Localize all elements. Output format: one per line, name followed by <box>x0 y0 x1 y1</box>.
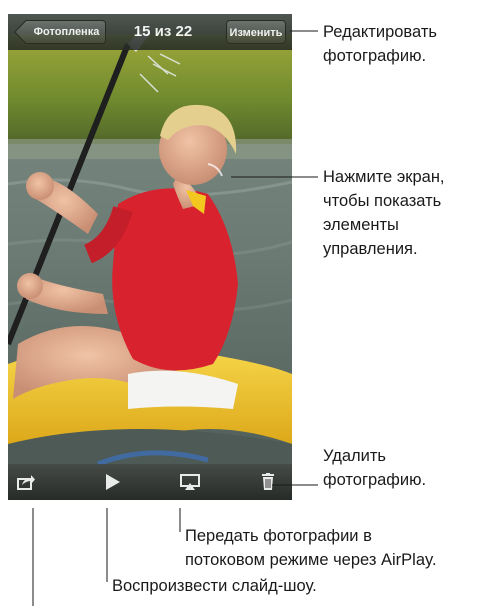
airplay-callout: Передать фотографии в потоковом режиме ч… <box>185 527 437 569</box>
callout-leader-lines <box>32 30 318 606</box>
edit-callout: Редактировать фотографию. <box>323 23 437 65</box>
delete-callout: Удалить фотографию. <box>323 447 427 489</box>
tap-screen-callout: Нажмите экран, чтобы показать элементы у… <box>323 168 445 258</box>
slideshow-callout: Воспроизвести слайд-шоу. <box>112 577 317 595</box>
